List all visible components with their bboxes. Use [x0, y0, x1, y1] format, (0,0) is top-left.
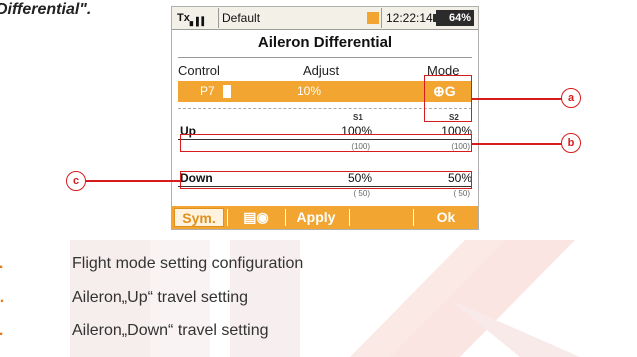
apply-button[interactable]: Apply: [286, 206, 346, 229]
control-value[interactable]: P7: [200, 81, 215, 102]
callout-c-line: [86, 180, 181, 182]
callout-a-line: [472, 98, 562, 100]
callout-a-box: [424, 75, 472, 122]
callout-b-line: [472, 143, 562, 145]
legend-letter: b.: [0, 289, 5, 306]
legend-text: Flight mode setting configuration: [72, 255, 304, 272]
adjust-value[interactable]: 10%: [297, 81, 321, 102]
caption-text: Differential".: [0, 1, 92, 18]
ok-button[interactable]: Ok: [416, 206, 476, 229]
legend-letter: a.: [0, 255, 3, 273]
callout-b-marker: b: [561, 133, 581, 153]
signal-indicator: Tx▖▌▍: [177, 12, 208, 27]
row-down-s2-sub: ( 50): [453, 189, 470, 198]
callout-c-box: [180, 171, 472, 189]
copy-view-icon[interactable]: ▤◉: [230, 206, 282, 229]
function-bar: Sym. ▤◉ Apply Ok: [172, 206, 478, 229]
model-name[interactable]: Default: [222, 7, 260, 29]
signal-bars-icon: ▖▌▍: [189, 17, 208, 27]
legend-letter: c.: [0, 322, 3, 340]
sym-button[interactable]: Sym.: [174, 208, 224, 227]
status-square-icon: [367, 12, 379, 24]
legend-text: Aileron„Up“ travel setting: [72, 289, 249, 306]
status-bar: Tx▖▌▍ Default 12:22:14 64%: [172, 7, 478, 30]
control-bar-icon: [223, 85, 231, 98]
battery-indicator: 64%: [433, 10, 474, 26]
screen-title: Aileron Differential: [257, 34, 393, 51]
s1-label: S1: [353, 113, 363, 122]
row-down-s1-sub: ( 50): [353, 189, 370, 198]
legend-text: Aileron„Down“ travel setting: [72, 322, 269, 339]
header-adjust: Adjust: [303, 63, 340, 78]
header-control: Control: [178, 63, 220, 78]
clock: 12:22:14: [386, 11, 433, 25]
title-divider: [178, 57, 472, 58]
callout-a-marker: a: [561, 88, 581, 108]
callout-b-box: [180, 134, 472, 152]
callout-c-marker: c: [66, 171, 86, 191]
